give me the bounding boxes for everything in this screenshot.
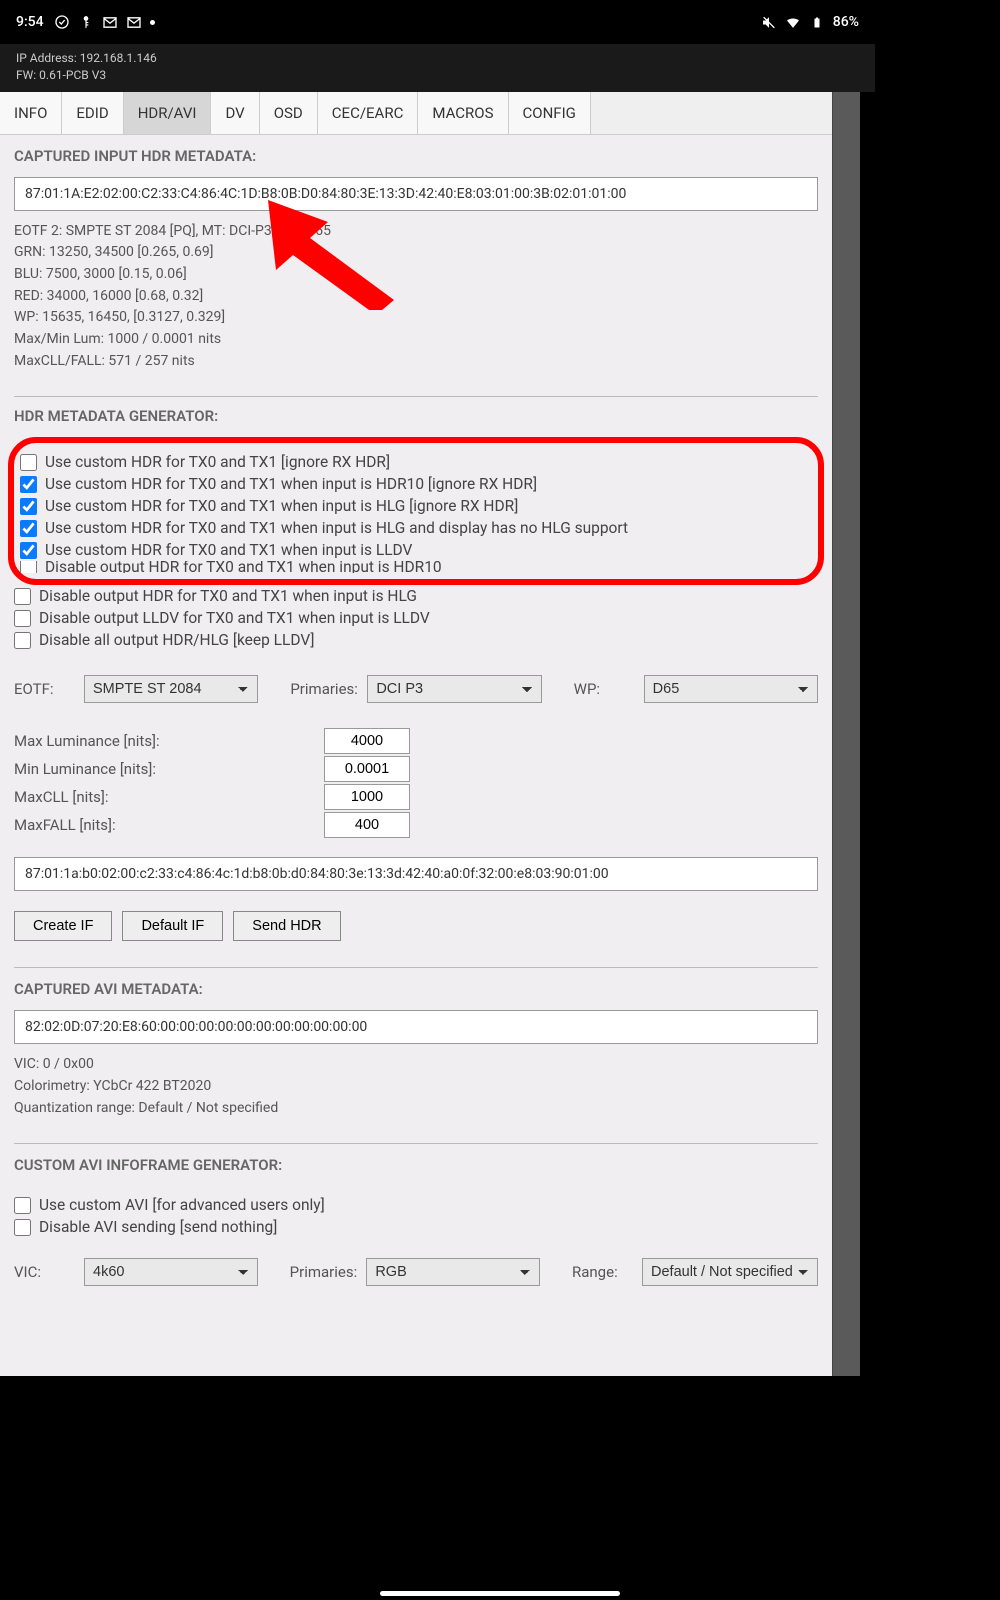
tab-info[interactable]: INFO bbox=[0, 92, 62, 134]
avi-quantization: Quantization range: Default / Not specif… bbox=[14, 1098, 818, 1120]
avi-colorimetry: Colorimetry: YCbCr 422 BT2020 bbox=[14, 1076, 818, 1098]
tab-osd[interactable]: OSD bbox=[260, 92, 318, 134]
range-select[interactable]: Default / Not specified bbox=[642, 1258, 818, 1286]
chk-disable-hdr-hlg[interactable] bbox=[14, 588, 31, 605]
chk-custom-hdr-always[interactable] bbox=[20, 454, 37, 471]
highlight-annotation: Use custom HDR for TX0 and TX1 [ignore R… bbox=[8, 437, 824, 585]
wifi-icon bbox=[785, 14, 801, 30]
chk-disable-hdr-hdr10[interactable] bbox=[20, 561, 37, 573]
maxcll-input[interactable] bbox=[324, 784, 410, 810]
edge-black bbox=[860, 92, 875, 1376]
chk-custom-hdr-hdr10[interactable] bbox=[20, 476, 37, 493]
minlum-input[interactable] bbox=[324, 756, 410, 782]
android-nav-bar[interactable] bbox=[380, 1591, 620, 1596]
vic-label: VIC: bbox=[14, 1263, 72, 1281]
avi-primaries-select[interactable]: RGB bbox=[366, 1258, 540, 1286]
firmware-label: FW: 0.61-PCB V3 bbox=[16, 67, 859, 84]
tab-config[interactable]: CONFIG bbox=[509, 92, 591, 134]
chk-use-custom-avi[interactable] bbox=[14, 1197, 31, 1214]
captured-hdr-hex-input[interactable] bbox=[14, 177, 818, 211]
meta-eotf: EOTF 2: SMPTE ST 2084 [PQ], MT: DCI-P3, … bbox=[14, 221, 818, 243]
meta-red: RED: 34000, 16000 [0.68, 0.32] bbox=[14, 286, 818, 308]
default-if-button[interactable]: Default IF bbox=[122, 911, 223, 941]
tab-edid[interactable]: EDID bbox=[62, 92, 123, 134]
maxlum-input[interactable] bbox=[324, 728, 410, 754]
meta-grn: GRN: 13250, 34500 [0.265, 0.69] bbox=[14, 242, 818, 264]
tab-dv[interactable]: DV bbox=[211, 92, 259, 134]
mail-icon bbox=[102, 14, 118, 30]
chk-label: Use custom HDR for TX0 and TX1 when inpu… bbox=[45, 519, 628, 537]
chk-custom-hdr-lldv[interactable] bbox=[20, 542, 37, 559]
status-bar: 9:54 86% bbox=[0, 0, 875, 44]
primaries-select[interactable]: DCI P3 bbox=[367, 675, 541, 703]
create-if-button[interactable]: Create IF bbox=[14, 911, 112, 941]
chk-label: Use custom HDR for TX0 and TX1 when inpu… bbox=[45, 497, 518, 515]
chk-label: Disable output HDR for TX0 and TX1 when … bbox=[45, 561, 442, 573]
captured-avi-hex-input[interactable] bbox=[14, 1010, 818, 1044]
chk-label: Disable all output HDR/HLG [keep LLDV] bbox=[39, 631, 314, 649]
more-dot-icon bbox=[150, 20, 155, 25]
captured-avi-title: CAPTURED AVI METADATA: bbox=[14, 980, 818, 998]
eotf-select[interactable]: SMPTE ST 2084 bbox=[84, 675, 258, 703]
key-icon bbox=[78, 14, 94, 30]
custom-avi-title: CUSTOM AVI INFOFRAME GENERATOR: bbox=[14, 1156, 818, 1174]
chk-label: Use custom HDR for TX0 and TX1 when inpu… bbox=[45, 541, 412, 559]
vic-select[interactable]: 4k60 bbox=[84, 1258, 258, 1286]
avi-vic: VIC: 0 / 0x00 bbox=[14, 1054, 818, 1076]
generated-hex-input[interactable] bbox=[14, 857, 818, 891]
chk-disable-all-hdr[interactable] bbox=[14, 632, 31, 649]
chk-label: Disable AVI sending [send nothing] bbox=[39, 1218, 277, 1236]
eotf-label: EOTF: bbox=[14, 680, 72, 698]
chk-label: Use custom AVI [for advanced users only] bbox=[39, 1196, 325, 1214]
maxlum-label: Max Luminance [nits]: bbox=[14, 732, 314, 750]
send-hdr-button[interactable]: Send HDR bbox=[233, 911, 340, 941]
captured-hdr-metadata: EOTF 2: SMPTE ST 2084 [PQ], MT: DCI-P3, … bbox=[0, 221, 832, 385]
chk-label: Use custom HDR for TX0 and TX1 when inpu… bbox=[45, 475, 537, 493]
chk-disable-avi[interactable] bbox=[14, 1219, 31, 1236]
minlum-label: Min Luminance [nits]: bbox=[14, 760, 314, 778]
tab-bar: INFO EDID HDR/AVI DV OSD CEC/EARC MACROS… bbox=[0, 92, 832, 135]
meta-cll: MaxCLL/FALL: 571 / 257 nits bbox=[14, 351, 818, 373]
maxfall-input[interactable] bbox=[324, 812, 410, 838]
captured-avi-metadata: VIC: 0 / 0x00 Colorimetry: YCbCr 422 BT2… bbox=[0, 1054, 832, 1131]
battery-percent: 86% bbox=[833, 14, 859, 30]
avi-primaries-label: Primaries: bbox=[290, 1263, 355, 1281]
hdr-generator-title: HDR METADATA GENERATOR: bbox=[14, 407, 818, 425]
chk-disable-lldv[interactable] bbox=[14, 610, 31, 627]
tab-cec-earc[interactable]: CEC/EARC bbox=[318, 92, 419, 134]
meta-blu: BLU: 7500, 3000 [0.15, 0.06] bbox=[14, 264, 818, 286]
chk-label: Use custom HDR for TX0 and TX1 [ignore R… bbox=[45, 453, 390, 471]
device-info: IP Address: 192.168.1.146 FW: 0.61-PCB V… bbox=[0, 44, 875, 92]
chk-label: Disable output HDR for TX0 and TX1 when … bbox=[39, 587, 417, 605]
tab-macros[interactable]: MACROS bbox=[418, 92, 508, 134]
mail-icon bbox=[126, 14, 142, 30]
battery-icon bbox=[809, 14, 825, 30]
chk-label: Disable output LLDV for TX0 and TX1 when… bbox=[39, 609, 430, 627]
primaries-label: Primaries: bbox=[290, 680, 355, 698]
scrollbar-track[interactable] bbox=[832, 92, 860, 1376]
meta-wp: WP: 15635, 16450, [0.3127, 0.329] bbox=[14, 307, 818, 329]
chk-custom-hdr-hlg-nosupport[interactable] bbox=[20, 520, 37, 537]
maxfall-label: MaxFALL [nits]: bbox=[14, 816, 314, 834]
range-label: Range: bbox=[572, 1263, 630, 1281]
wp-label: WP: bbox=[574, 680, 632, 698]
ip-address-label: IP Address: 192.168.1.146 bbox=[16, 50, 859, 67]
tab-hdr-avi[interactable]: HDR/AVI bbox=[124, 92, 212, 134]
maxcll-label: MaxCLL [nits]: bbox=[14, 788, 314, 806]
meta-lum: Max/Min Lum: 1000 / 0.0001 nits bbox=[14, 329, 818, 351]
captured-hdr-title: CAPTURED INPUT HDR METADATA: bbox=[14, 147, 818, 165]
mute-icon bbox=[761, 14, 777, 30]
status-time: 9:54 bbox=[16, 14, 44, 30]
check-circle-icon bbox=[54, 14, 70, 30]
wp-select[interactable]: D65 bbox=[644, 675, 818, 703]
chk-custom-hdr-hlg[interactable] bbox=[20, 498, 37, 515]
